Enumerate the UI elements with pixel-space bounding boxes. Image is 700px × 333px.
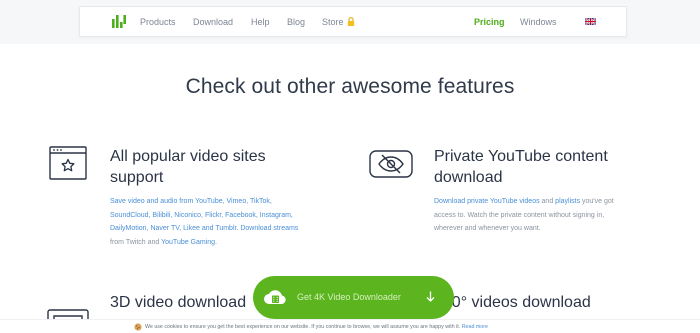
cookie-text: We use cookies to ensure you get the bes…	[145, 323, 488, 331]
lock-icon	[347, 17, 354, 26]
hidden-eye-icon	[369, 150, 413, 178]
film-cloud-icon	[264, 290, 286, 304]
playlists-link[interactable]: playlists	[555, 198, 580, 205]
download-arrow-icon	[426, 291, 435, 302]
feature-title-3d-video: 3D video download	[110, 294, 247, 311]
feature-title-private-youtube: Private YouTube content download	[434, 146, 608, 188]
nav-pricing[interactable]: Pricing	[474, 16, 505, 28]
desc-line: wherever and whenever you want.	[434, 225, 541, 233]
desc-text: .	[215, 238, 218, 246]
feature-title-popular-sites: All popular video sites support	[110, 146, 266, 188]
desc-line[interactable]: DailyMotion, Naver TV, Likee and Tumblr.…	[110, 222, 298, 236]
private-videos-link[interactable]: Download private YouTube videos	[434, 198, 540, 205]
section-heading: Check out other awesome features	[185, 75, 515, 98]
nav-store-label: Store	[322, 17, 344, 27]
nav-products[interactable]: Products	[140, 16, 176, 28]
nav-platform-windows[interactable]: Windows	[520, 16, 557, 28]
desc-line: access to. Watch the private content wit…	[434, 211, 605, 219]
cookie-bar: We use cookies to ensure you get the bes…	[0, 319, 700, 333]
logo-icon[interactable]	[112, 15, 126, 28]
desc-text: from Twitch and	[110, 238, 162, 246]
feature-title-line: download	[434, 169, 503, 186]
cookie-message: We use cookies to ensure you get the bes…	[145, 324, 461, 330]
desc-line: from Twitch and YouTube Gaming.	[110, 236, 298, 250]
desc-text: and	[539, 198, 556, 205]
desc-line: Download private YouTube videos and play…	[434, 195, 614, 209]
uk-flag-icon[interactable]	[585, 18, 596, 25]
feature-title-line: All popular video sites	[110, 148, 266, 165]
navbar: Products Download Help Blog Store Pricin…	[79, 6, 627, 37]
nav-store[interactable]: Store	[322, 16, 355, 28]
desc-line[interactable]: SoundCloud, Bilibili, Niconico, Flickr, …	[110, 209, 298, 223]
youtube-gaming-link[interactable]: YouTube Gaming	[161, 239, 215, 246]
browser-star-icon	[49, 146, 87, 180]
get-downloader-button[interactable]: Get 4K Video Downloader	[253, 276, 454, 319]
nav-blog[interactable]: Blog	[287, 16, 305, 28]
feature-title-360-video: 360° videos download	[434, 294, 591, 311]
nav-help[interactable]: Help	[251, 16, 270, 28]
feature-desc-private-youtube: Download private YouTube videos and play…	[434, 195, 614, 236]
cookie-icon	[134, 323, 142, 331]
desc-line[interactable]: Save video and audio from YouTube, Vimeo…	[110, 195, 298, 209]
feature-title-line: support	[110, 169, 164, 186]
cookie-read-more-link[interactable]: Read more	[462, 324, 488, 330]
desc-text: you've got	[580, 198, 614, 205]
feature-title-line: Private YouTube content	[434, 148, 608, 165]
get-downloader-label: Get 4K Video Downloader	[297, 292, 401, 302]
nav-download[interactable]: Download	[193, 16, 233, 28]
feature-desc-popular-sites: Save video and audio from YouTube, Vimeo…	[110, 195, 298, 249]
